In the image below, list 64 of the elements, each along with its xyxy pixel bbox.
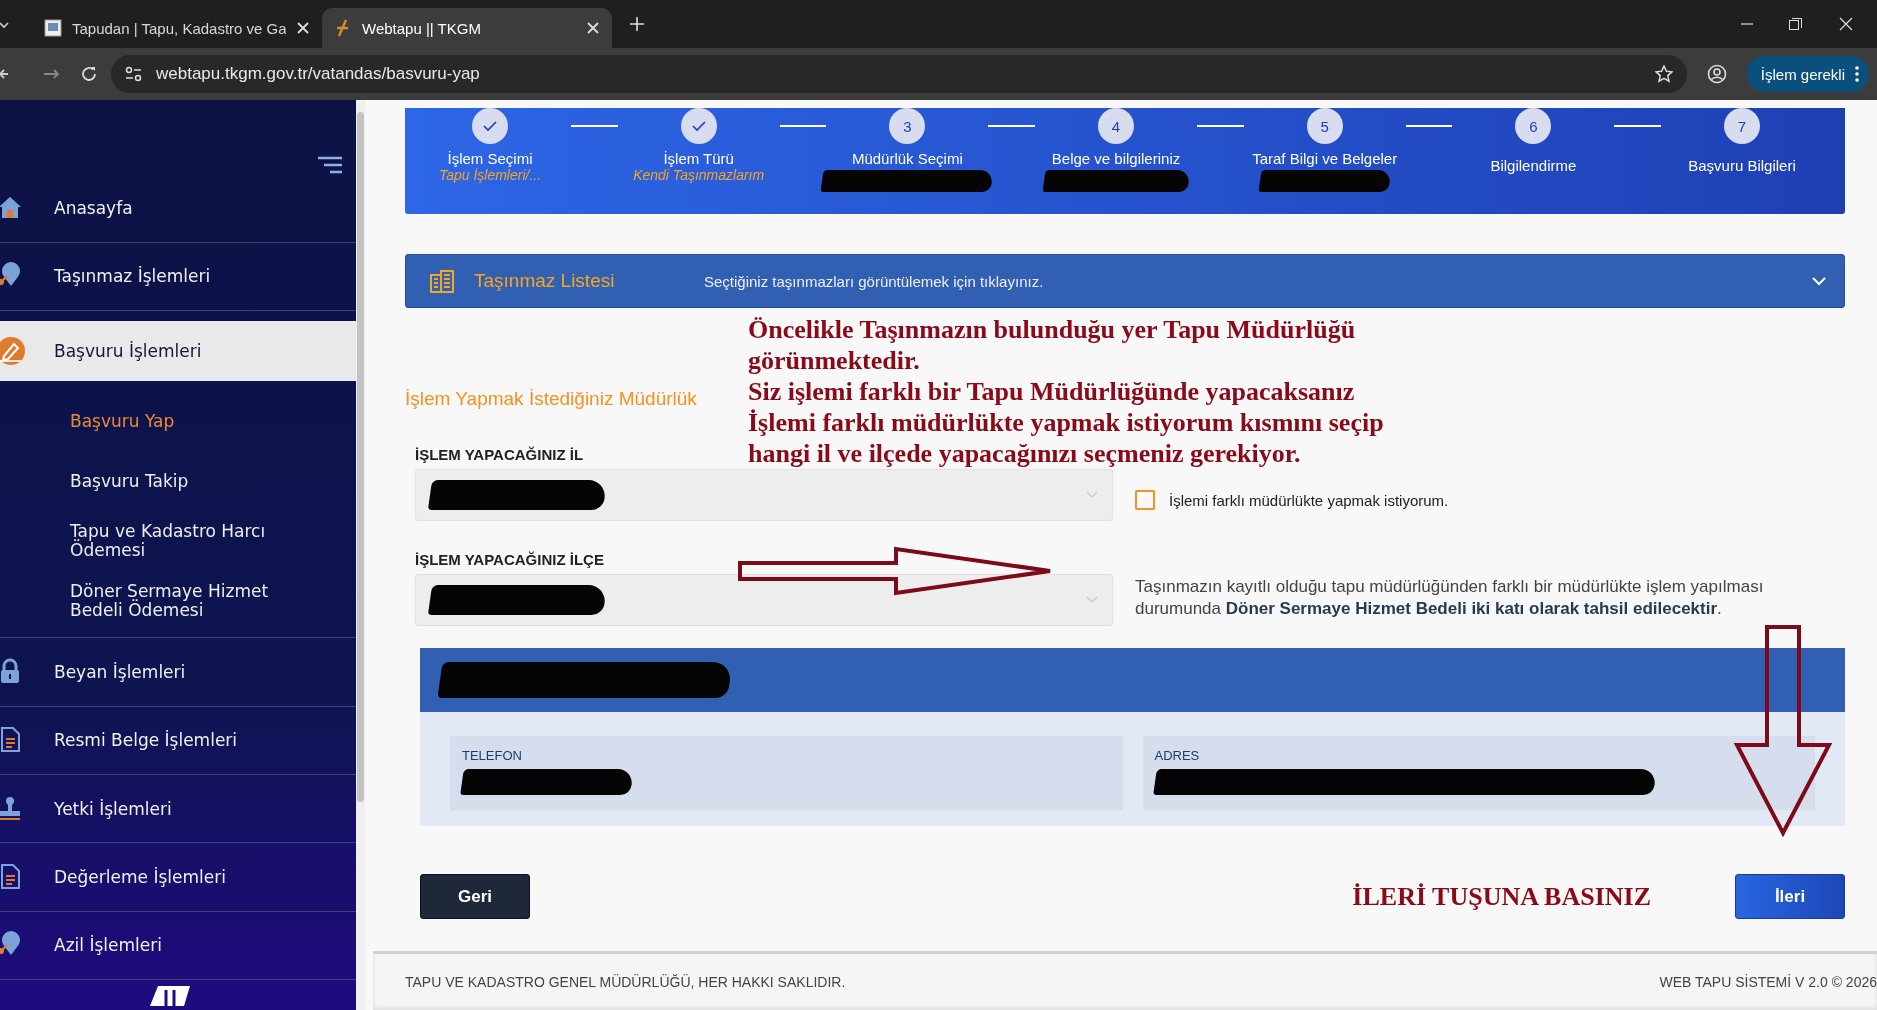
sidebar-subitem[interactable]: Tapu ve Kadastro Harcı Ödemesi (0, 511, 356, 572)
step-title: Taraf Bilgi ve Belgeler (1252, 150, 1398, 167)
field-label: İŞLEM YAPACAĞINIZ İLÇE (415, 551, 604, 568)
step-title: Bilgilendirme (1490, 157, 1577, 174)
step-title: Müdürlük Seçimi (851, 150, 963, 167)
step-title: İşlem Türü (663, 150, 734, 167)
bookmark-star-icon[interactable] (1654, 65, 1673, 83)
close-window-icon[interactable] (1839, 17, 1853, 31)
step-circle: 5 (1306, 108, 1343, 144)
browser-tab[interactable]: Webtapu || TKGM (322, 8, 612, 48)
step-circle: 7 (1724, 108, 1761, 144)
check-icon (483, 120, 497, 132)
new-tab-icon[interactable] (630, 17, 644, 31)
next-button[interactable]: İleri (1735, 874, 1845, 919)
site-settings-icon[interactable] (125, 66, 142, 82)
step-circle: 4 (1098, 108, 1134, 144)
sidebar-item[interactable]: Azil İşlemleri (0, 911, 356, 980)
footer-copyright: TAPU VE KADASTRO GENEL MÜDÜRLÜĞÜ, HER HAKKI SAKLIDIR. (405, 974, 846, 990)
sidebar-subitem[interactable]: Döner Sermaye Hizmet Bedeli Ödemesi (0, 571, 356, 632)
info-label: ADRES (1154, 748, 1201, 763)
info-label: TELEFON (462, 748, 523, 763)
sidebar-item[interactable]: Beyan İşlemleri (0, 638, 356, 707)
next-hint-annotation: İLERİ TUŞUNA BASINIZ (1352, 881, 1651, 912)
select-field[interactable] (415, 574, 1113, 626)
pen-icon (0, 337, 26, 366)
address-bar[interactable]: webtapu.tkgm.gov.tr/vatandas/basvuru-yap (111, 55, 1687, 93)
step-title: Başvuru Bilgileri (1688, 157, 1796, 174)
step-subtitle: Kendi Taşınmazlarım (633, 167, 765, 183)
step-circle: 3 (889, 108, 926, 144)
step-circle: 6 (1515, 108, 1552, 144)
close-tab-icon[interactable] (296, 21, 310, 35)
more-icon (1855, 66, 1859, 82)
section-title: İşlem Yapmak İstediğiniz Müdürlük (405, 388, 697, 410)
select-field[interactable] (415, 469, 1113, 521)
site-favicon-icon (44, 19, 62, 37)
profile-icon[interactable] (1706, 64, 1727, 84)
profile-action-button[interactable]: İşlem gerekli (1746, 56, 1869, 92)
footer-version: WEB TAPU SİSTEMİ V 2.0 © 2026 (1659, 974, 1877, 990)
menu-icon[interactable] (316, 156, 344, 175)
dropdown-caret-icon (1086, 596, 1098, 604)
dropdown-caret-icon (1086, 491, 1098, 499)
browser-tab[interactable]: Tapudan | Tapu, Kadastro ve Ga (32, 8, 322, 48)
step-subtitle: Tapu İşlemleri/... (438, 167, 542, 183)
reload-icon[interactable] (81, 66, 97, 82)
step-title: İşlem Seçimi (447, 150, 533, 167)
field-label: İŞLEM YAPACAĞINIZ İL (415, 446, 584, 463)
step-title: Belge ve bilgileriniz (1051, 150, 1181, 167)
logo-drawing (150, 985, 190, 1006)
restore-icon[interactable] (1789, 17, 1803, 31)
building-icon (430, 269, 454, 293)
sidebar-item[interactable]: Anasayfa (0, 174, 356, 243)
checkbox[interactable] (1135, 490, 1155, 510)
close-tab-icon[interactable] (586, 21, 600, 35)
property-list-header[interactable]: Taşınmaz Listesi Seçtiğiniz taşınmazları görüntülemek için tıklayınız. (405, 254, 1845, 308)
check-icon (691, 120, 706, 132)
sidebar-item[interactable]: Başvuru İşlemleri (0, 320, 356, 382)
sidebar-item[interactable]: Taşınmaz İşlemleri (0, 242, 356, 311)
instruction-annotation: Öncelikle Taşınmazın bulunduğu yer Tapu Müdürlüğü görünmektedir. Siz işlemi farklı bir Tapu Müdürlüğünde yapacaksanız İşlemi farklı müdürlükte yapmak istiyorum kısmını seçip hangi il ve ilçede yapacağınızı seçmeniz gerekiyor. (748, 314, 1384, 469)
scrollbar-thumb[interactable] (357, 112, 364, 802)
checkbox-option[interactable]: İşlemi farklı müdürlükte yapmak istiyorum. (1135, 490, 1845, 510)
sidebar-subitem[interactable]: Başvuru Yap (0, 391, 356, 452)
sidebar-subitem[interactable]: Başvuru Takip (0, 451, 356, 512)
fee-notice: Taşınmazın kayıtlı olduğu tapu müdürlüğünden farklı bir müdürlükte işlem yapılması durumunda Döner Sermaye Hizmet Bedeli iki katı olarak tahsil edilecektir. (1135, 576, 1765, 620)
back-button[interactable]: Geri (420, 874, 530, 919)
